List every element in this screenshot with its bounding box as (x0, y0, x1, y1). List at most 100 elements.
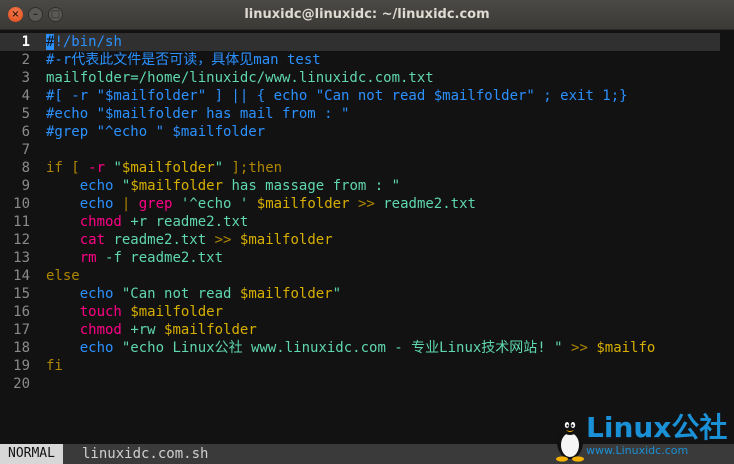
code-token: +r readme2.txt (130, 214, 249, 230)
code-token: $mailfo (596, 340, 656, 356)
code-line[interactable]: 10 echo | grep '^echo ' $mailfolder >> r… (0, 195, 734, 213)
code-line[interactable]: 1 #!/bin/sh (0, 33, 720, 51)
code-token: has massage from : " (223, 178, 401, 194)
code-token: echo (79, 286, 114, 302)
line-number: 3 (21, 70, 30, 86)
code-token: $mailfolder (130, 304, 224, 320)
tux-penguin-icon (556, 417, 584, 462)
code-token: chmod (79, 322, 122, 338)
code-token: " (214, 160, 224, 176)
code-token: " (113, 160, 122, 176)
line-code: echo "Can not read $mailfolder" (46, 285, 341, 303)
line-number: 7 (21, 142, 30, 158)
line-code: fi (46, 357, 63, 375)
code-line[interactable]: 6 #grep "^echo " $mailfolder (0, 123, 734, 141)
watermark-brand: Linux公社 (586, 411, 728, 444)
line-number: 6 (21, 124, 30, 140)
line-code: chmod +rw $mailfolder (46, 321, 257, 339)
code-token: #echo "$mailfolder has mail from : " (46, 106, 350, 122)
code-line[interactable]: 11 chmod +r readme2.txt (0, 213, 734, 231)
code-token: $mailfolder (239, 286, 333, 302)
code-line[interactable]: 2 #-r代表此文件是否可读，具体见man test (0, 51, 734, 69)
code-token: fi (46, 358, 63, 374)
code-line[interactable]: 15 echo "Can not read $mailfolder" (0, 285, 734, 303)
line-code: if [ -r "$mailfolder" ];then (46, 159, 282, 177)
line-number: 8 (21, 160, 30, 176)
line-code: #[ -r "$mailfolder" ] || { echo "Can not… (46, 87, 628, 105)
code-line[interactable]: 18 echo "echo Linux公社 www.linuxidc.com -… (0, 339, 734, 357)
line-number: 11 (13, 214, 30, 230)
code-line[interactable]: 5 #echo "$mailfolder has mail from : " (0, 105, 734, 123)
code-line[interactable]: 13 rm -f readme2.txt (0, 249, 734, 267)
code-token: readme2.txt (113, 232, 207, 248)
watermark-url: www.Linuxidc.com (586, 444, 689, 457)
line-number: 15 (13, 286, 30, 302)
file-name: linuxidc.com.sh (82, 446, 209, 462)
line-code: echo | grep '^echo ' $mailfolder >> read… (46, 195, 476, 213)
code-line[interactable]: 17 chmod +rw $mailfolder (0, 321, 734, 339)
code-token: else (46, 268, 80, 284)
code-line[interactable]: 8 if [ -r "$mailfolder" ];then (0, 159, 734, 177)
line-code: cat readme2.txt >> $mailfolder (46, 231, 333, 249)
line-code: #-r代表此文件是否可读，具体见man test (46, 51, 321, 69)
line-code: mailfolder=/home/linuxidc/www.linuxidc.c… (46, 69, 434, 87)
code-token: echo (79, 196, 114, 212)
code-token: $mailfolder (239, 232, 333, 248)
line-code: #grep "^echo " $mailfolder (46, 123, 265, 141)
title-bar[interactable]: × – □ linuxidc@linuxidc: ~/linuxidc.com (0, 0, 734, 30)
code-line[interactable]: 16 touch $mailfolder (0, 303, 734, 321)
code-line[interactable]: 12 cat readme2.txt >> $mailfolder (0, 231, 734, 249)
code-line[interactable]: 19 fi (0, 357, 734, 375)
line-number: 9 (21, 178, 30, 194)
code-token: $mailfolder (164, 322, 257, 338)
code-token: >> (357, 196, 375, 212)
line-code: rm -f readme2.txt (46, 249, 223, 267)
line-number: 14 (13, 268, 30, 284)
code-token: [ (71, 160, 80, 176)
code-token: mailfolder=/home/linuxidc/www.linuxidc.c… (46, 70, 434, 86)
line-code: echo "echo Linux公社 www.linuxidc.com - 专业… (46, 339, 656, 357)
code-token: #[ -r "$mailfolder" ] || { echo "Can not… (46, 88, 628, 104)
code-token: $mailfolder (256, 196, 350, 212)
code-token: cat (79, 232, 106, 248)
mode-indicator: NORMAL (0, 444, 63, 464)
code-token: "Can not read (121, 286, 240, 302)
code-token: '^echo ' (180, 196, 249, 212)
line-number: 18 (13, 340, 30, 356)
code-token: grep (138, 196, 173, 212)
code-line[interactable]: 7 (0, 141, 734, 159)
code-line[interactable]: 4 #[ -r "$mailfolder" ] || { echo "Can no… (0, 87, 734, 105)
line-number: 10 (13, 196, 30, 212)
code-token: #-r代表此文件是否可读，具体见man test (46, 52, 321, 68)
code-token: $mailfolder (121, 160, 215, 176)
code-line[interactable]: 20 (0, 375, 734, 393)
line-code: #!/bin/sh (46, 33, 122, 51)
line-number: 4 (21, 88, 30, 104)
code-line[interactable]: 3 mailfolder=/home/linuxidc/www.linuxidc.… (0, 69, 734, 87)
code-line[interactable]: 14 else (0, 267, 734, 285)
line-number: 16 (13, 304, 30, 320)
code-line[interactable]: 9 echo "$mailfolder has massage from : " (0, 177, 734, 195)
line-number: 20 (13, 376, 30, 392)
line-code: else (46, 267, 80, 285)
vim-editor-area[interactable]: 1 #!/bin/sh 2 #-r代表此文件是否可读，具体见man test 3 mail… (0, 30, 734, 444)
code-token: chmod (79, 214, 122, 230)
